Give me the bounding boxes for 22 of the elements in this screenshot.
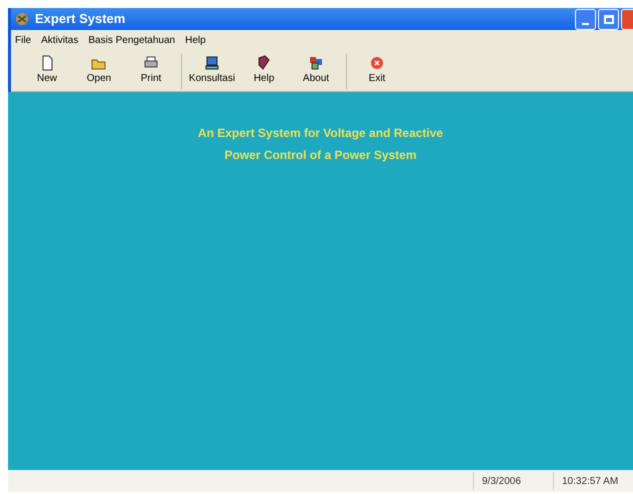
toolbar-button[interactable]: Exit xyxy=(351,52,403,88)
minimize-button[interactable] xyxy=(575,8,596,30)
status-panel: 10:32:57 AM xyxy=(553,472,633,490)
toolbar-button[interactable]: Print xyxy=(125,52,177,88)
toolbar-button[interactable]: Konsultasi xyxy=(186,52,238,88)
toolbar-button[interactable]: About xyxy=(290,52,342,88)
heading-line: Power Control of a Power System xyxy=(224,147,417,164)
toolbar-button[interactable]: New xyxy=(21,52,73,88)
toolbar-button[interactable]: Help xyxy=(238,52,290,88)
heading-line: An Expert System for Voltage and Reactive xyxy=(198,125,444,142)
menu-item[interactable]: Help xyxy=(185,32,206,48)
menu-item[interactable]: File xyxy=(15,32,32,48)
menu-item[interactable]: Basis Pengetahuan xyxy=(88,32,176,48)
app-icon xyxy=(15,12,29,26)
maximize-button[interactable] xyxy=(598,8,619,30)
window-title: Expert System xyxy=(35,10,126,28)
stop-icon xyxy=(369,55,385,71)
menu-item[interactable]: Aktivitas xyxy=(41,32,78,48)
computer-icon xyxy=(204,55,220,71)
toolbar-button[interactable]: Open xyxy=(73,52,125,88)
status-panel: 9/3/2006 xyxy=(473,472,553,490)
close-button[interactable] xyxy=(621,8,633,30)
